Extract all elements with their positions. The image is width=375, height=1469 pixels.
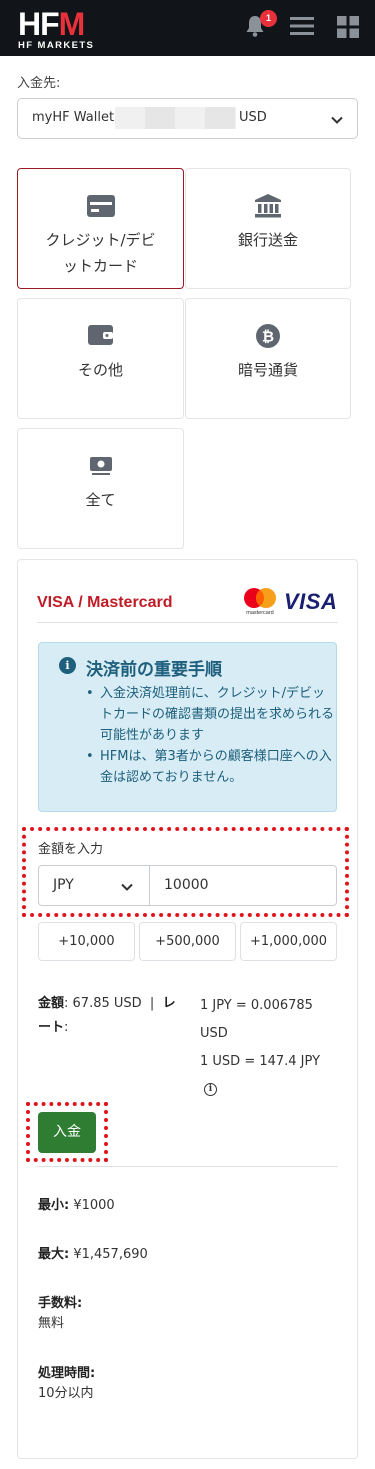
method-label-credit-card: クレジット/デビ ットカード [45, 231, 156, 275]
chevron-down-icon [330, 112, 344, 131]
logo-subtitle: HF MARKETS [18, 40, 95, 51]
hamburger-menu-icon[interactable] [289, 14, 315, 42]
method-label-other: その他 [77, 361, 123, 379]
cash-icon [18, 453, 183, 481]
wallet-currency: USD [239, 110, 267, 125]
bank-icon [186, 193, 350, 223]
notice-item: HFMは、第3者からの顧客様口座への入金は認めておりません。 [84, 746, 334, 788]
amount-input[interactable]: 10000 [150, 865, 337, 906]
exchange-rate: 1 JPY = 0.006785 USD 1 USD = 147.4 JPYi [200, 992, 330, 1104]
payment-method-title: VISA / Mastercard [37, 594, 173, 611]
currency-select[interactable]: JPY [38, 865, 150, 906]
method-tile-credit-card[interactable]: クレジット/デビ ットカード [17, 168, 184, 289]
important-notice-box: i 決済前の重要手順 入金決済処理前に、クレジット/デビットカードの確認書類の提… [38, 642, 337, 812]
deposit-button[interactable]: 入金 [38, 1112, 96, 1153]
max-limit: 最大: ¥1,457,690 [38, 1247, 148, 1262]
wallet-select[interactable]: myHF Wallet: USD [17, 98, 358, 139]
info-icon: i [59, 657, 76, 674]
apps-grid-icon[interactable] [336, 14, 360, 42]
mastercard-logo: mastercard [241, 587, 279, 619]
method-tile-all[interactable]: 全て [17, 428, 184, 549]
min-limit: 最小: ¥1000 [38, 1198, 115, 1213]
rate-line-jpy-usd: 1 JPY = 0.006785 USD [200, 998, 313, 1041]
bitcoin-icon: ₿ [186, 323, 350, 353]
rate-line-usd-jpy: 1 USD = 147.4 JPYi [200, 1054, 321, 1096]
visa-logo: VISA [284, 589, 338, 614]
credit-card-icon [18, 193, 183, 223]
wallet-prefix: myHF Wallet: [32, 110, 119, 125]
fee-info: 手数料: 無料 [38, 1296, 83, 1331]
notice-title: 決済前の重要手順 [86, 660, 222, 680]
notice-item: 入金決済処理前に、クレジット/デビットカードの確認書類の提出を求められる可能性が… [84, 683, 334, 746]
quick-amount-1000000-button[interactable]: +1,000,000 [240, 922, 337, 961]
hfm-logo[interactable]: HFM HF MARKETS [16, 4, 106, 51]
top-navigation-bar: HFM HF MARKETS 1 [0, 0, 375, 56]
processing-time: 処理時間: 10分以内 [38, 1366, 96, 1401]
quick-amount-500000-button[interactable]: +500,000 [139, 922, 236, 961]
limits-divider [37, 1166, 338, 1167]
currency-value: JPY [53, 877, 74, 893]
svg-text:mastercard: mastercard [246, 610, 274, 615]
destination-label: 入金先: [17, 76, 61, 91]
logo-wordmark: HFM [18, 6, 85, 42]
chevron-down-icon [120, 879, 134, 898]
amount-summary: 金額: 67.85 USD | レート: [38, 996, 176, 1035]
method-tile-bank-transfer[interactable]: 銀行送金 [185, 168, 351, 289]
method-label-all: 全て [85, 491, 116, 509]
notification-badge: 1 [260, 10, 277, 27]
notice-list: 入金決済処理前に、クレジット/デビットカードの確認書類の提出を求められる可能性が… [84, 683, 334, 788]
method-label-bank-transfer: 銀行送金 [237, 231, 298, 249]
method-label-crypto: 暗号通貨 [237, 361, 298, 379]
wallet-icon [18, 323, 183, 351]
svg-text:₿: ₿ [262, 328, 274, 346]
method-tile-other[interactable]: その他 [17, 298, 184, 419]
masked-account-number [115, 107, 236, 129]
panel-header-divider [37, 622, 338, 623]
amount-label: 金額を入力 [38, 842, 104, 857]
quick-amount-10000-button[interactable]: +10,000 [38, 922, 135, 961]
info-icon[interactable]: i [204, 1083, 217, 1096]
method-tile-crypto[interactable]: ₿ 暗号通貨 [185, 298, 351, 419]
